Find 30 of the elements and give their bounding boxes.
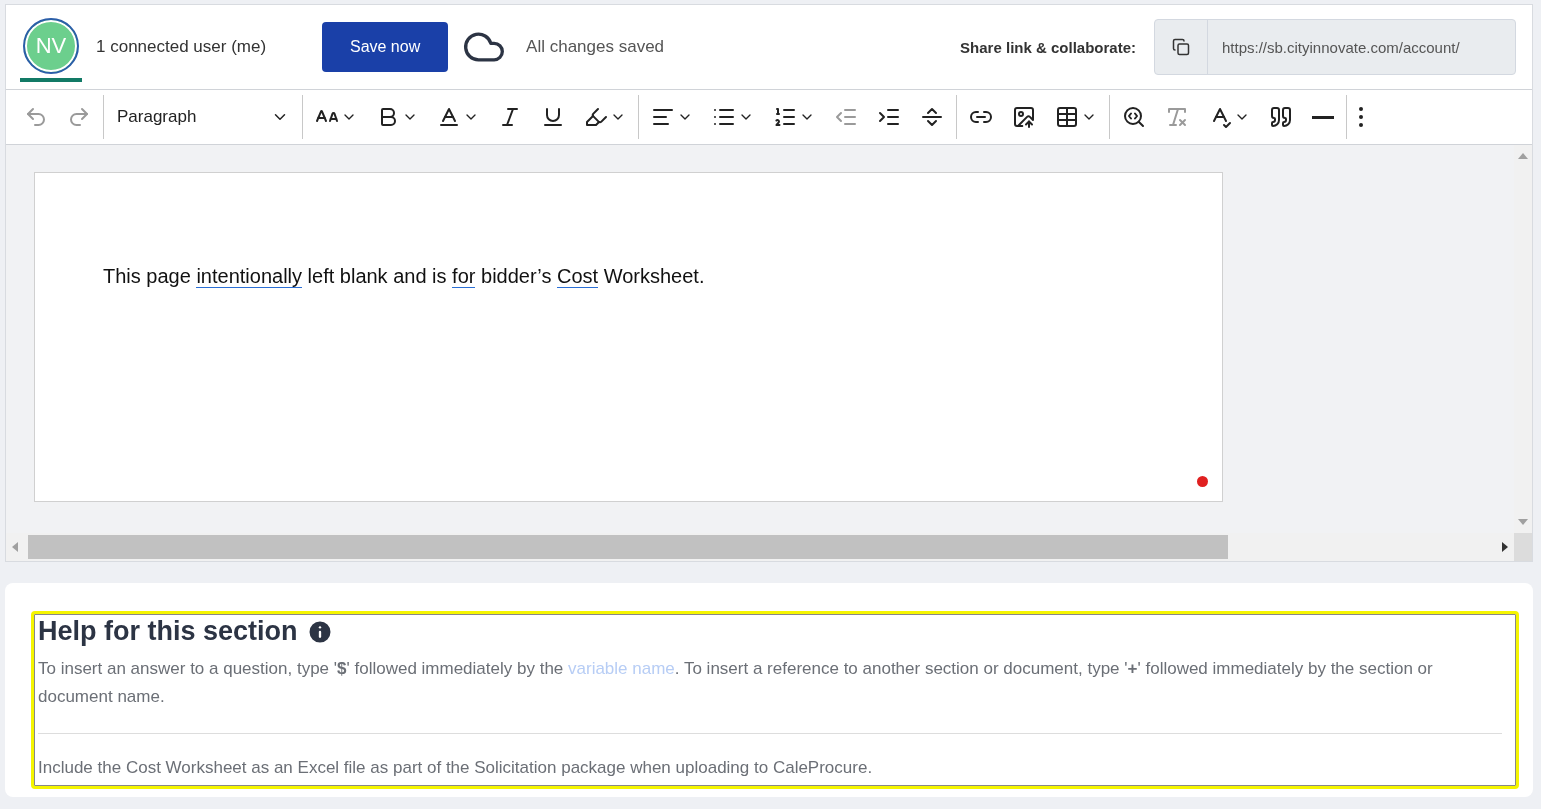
- underline-icon: [541, 105, 565, 129]
- copy-icon[interactable]: [1172, 38, 1190, 56]
- font-color-icon: [437, 105, 461, 129]
- share-label: Share link & collaborate:: [960, 38, 1136, 56]
- user-avatar: NV: [23, 18, 79, 74]
- save-status: All changes saved: [526, 37, 665, 57]
- save-button[interactable]: Save now: [322, 22, 449, 72]
- help-title: Help for this section: [38, 616, 298, 647]
- document-text[interactable]: This page intentionally left blank and is for bidder’s Cost Worksheet.: [103, 265, 1154, 288]
- image-upload-icon: [1012, 105, 1036, 129]
- scroll-right-icon[interactable]: [1502, 542, 1508, 552]
- undo-icon: [24, 105, 48, 129]
- redo-icon: [67, 105, 91, 129]
- status-dot: [1197, 476, 1208, 487]
- clear-formatting-icon: [1165, 105, 1189, 129]
- quote-icon: [1269, 105, 1293, 129]
- connected-users-text: 1 connected user (me): [96, 37, 267, 57]
- more-icon: [1359, 107, 1363, 127]
- help-text: To insert an answer to a question, type '$' followed immediately by the variable name. To insert a reference to another section or document, type '+' followed immediately by the section or document name.: [38, 658, 1434, 708]
- scrollbar-thumb[interactable]: [28, 535, 1228, 559]
- active-user-bar: [20, 78, 82, 82]
- share-link-field[interactable]: https://sb.cityinnovate.com/account/: [1154, 19, 1516, 75]
- horizontal-line-icon: [1312, 115, 1334, 119]
- numbered-list-icon: [773, 105, 797, 129]
- highlighter-icon: [584, 105, 608, 129]
- paragraph-style-select[interactable]: Paragraph: [111, 103, 295, 131]
- find-icon: [1122, 105, 1146, 129]
- page-break-icon: [920, 105, 944, 129]
- help-note: Include the Cost Worksheet as an Excel file as part of the Solicitation package when uploading to CaleProcure.: [38, 758, 874, 778]
- table-icon: [1055, 105, 1079, 129]
